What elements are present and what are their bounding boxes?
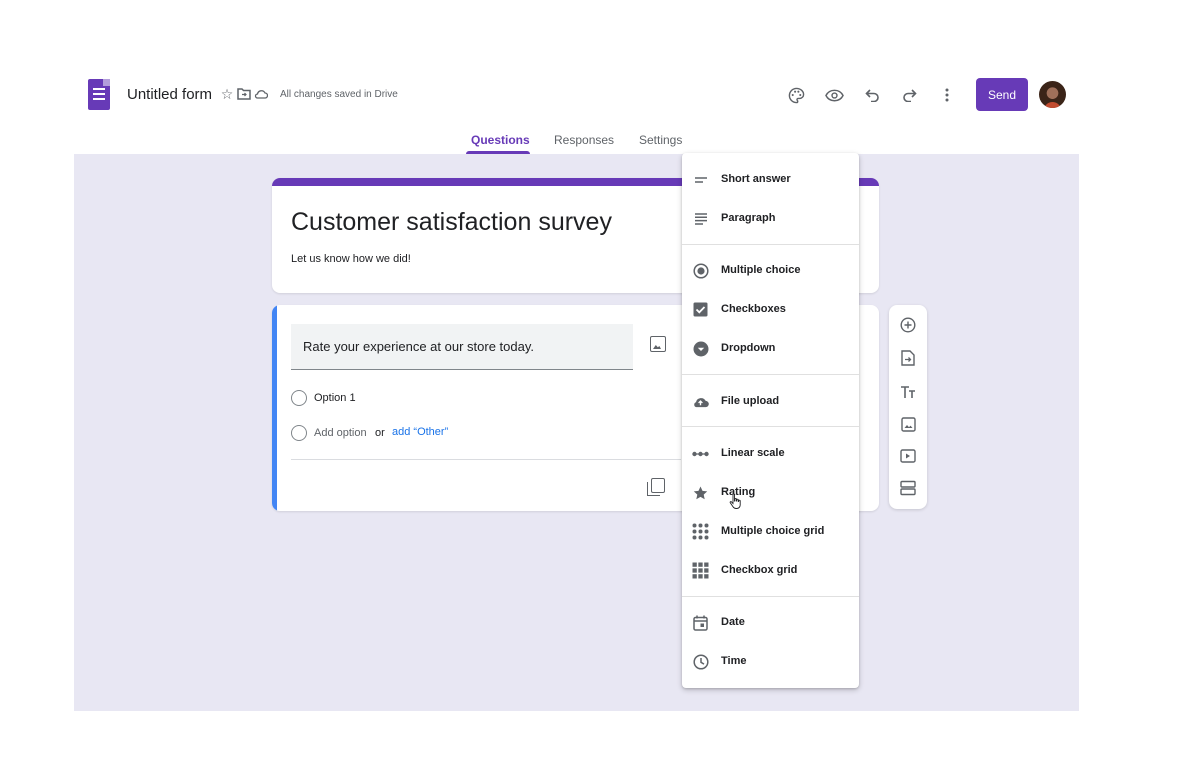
avatar[interactable] [1039, 81, 1066, 108]
calendar-icon [692, 614, 709, 631]
menu-item-label: Paragraph [721, 212, 776, 224]
add-question-icon[interactable] [900, 317, 916, 333]
paragraph-icon [692, 210, 709, 227]
menu-item-date[interactable]: Date [682, 604, 859, 640]
add-option-link[interactable]: Add option [314, 427, 367, 439]
star-icon [692, 484, 709, 501]
duplicate-icon[interactable] [647, 478, 665, 496]
menu-item-label: Multiple choice [721, 264, 801, 276]
tab-settings[interactable]: Settings [639, 133, 682, 147]
grid-squares-icon [692, 562, 709, 579]
clock-icon [692, 653, 709, 670]
short-answer-icon [692, 171, 709, 188]
question-footer-divider [291, 459, 681, 460]
menu-item-label: File upload [721, 395, 780, 407]
add-video-icon[interactable] [900, 448, 916, 464]
add-section-icon[interactable] [900, 480, 916, 496]
radio-icon [692, 262, 709, 279]
menu-divider [682, 426, 859, 427]
menu-item-file-upload[interactable]: File upload [682, 383, 859, 419]
menu-item-linear-scale[interactable]: Linear scale [682, 435, 859, 471]
linear-scale-icon [692, 445, 709, 462]
forms-logo-icon[interactable] [88, 79, 110, 110]
form-title[interactable]: Untitled form [127, 86, 212, 103]
checkbox-icon [692, 301, 709, 318]
menu-item-time[interactable]: Time [682, 643, 859, 679]
more-vert-icon[interactable] [936, 84, 958, 106]
add-title-icon[interactable] [900, 384, 916, 400]
menu-item-checkboxes[interactable]: Checkboxes [682, 291, 859, 327]
menu-item-paragraph[interactable]: Paragraph [682, 200, 859, 236]
question-text-input[interactable]: Rate your experience at our store today. [291, 324, 633, 370]
save-status: All changes saved in Drive [280, 89, 398, 100]
radio-icon [291, 425, 307, 441]
tab-questions[interactable]: Questions [471, 133, 530, 147]
menu-item-label: Time [721, 655, 747, 667]
star-icon[interactable]: ☆ [219, 86, 235, 102]
undo-icon[interactable] [861, 84, 883, 106]
menu-item-label: Multiple choice grid [721, 525, 825, 537]
menu-divider [682, 374, 859, 375]
menu-item-rating[interactable]: Rating [682, 474, 859, 510]
add-image-icon[interactable] [650, 336, 666, 352]
cloud-upload-icon [692, 393, 709, 410]
add-other-link[interactable]: add “Other” [392, 426, 448, 438]
radio-icon [291, 390, 307, 406]
menu-item-dropdown[interactable]: Dropdown [682, 330, 859, 366]
redo-icon[interactable] [898, 84, 920, 106]
menu-item-short-answer[interactable]: Short answer [682, 161, 859, 197]
tab-responses[interactable]: Responses [554, 133, 614, 147]
menu-item-label: Checkbox grid [721, 564, 798, 576]
survey-title[interactable]: Customer satisfaction survey [291, 208, 612, 237]
menu-item-multiple-choice-grid[interactable]: Multiple choice grid [682, 513, 859, 549]
menu-item-label: Date [721, 616, 745, 628]
side-toolbar [889, 305, 927, 509]
active-question-indicator [272, 305, 277, 511]
question-type-menu: Short answer Paragraph Multiple choice C… [682, 153, 859, 688]
grid-dots-icon [692, 523, 709, 540]
option-1-label[interactable]: Option 1 [314, 392, 356, 404]
or-text: or [375, 427, 385, 439]
palette-icon[interactable] [785, 84, 807, 106]
menu-divider [682, 244, 859, 245]
import-questions-icon[interactable] [900, 350, 916, 366]
add-image-icon[interactable] [900, 416, 916, 432]
menu-item-label: Linear scale [721, 447, 785, 459]
menu-item-label: Dropdown [721, 342, 776, 354]
menu-item-multiple-choice[interactable]: Multiple choice [682, 252, 859, 288]
move-to-folder-icon[interactable] [236, 86, 252, 102]
cloud-icon [253, 86, 269, 102]
send-button[interactable]: Send [976, 78, 1028, 111]
menu-divider [682, 596, 859, 597]
hand-cursor-icon [729, 493, 741, 509]
dropdown-icon [692, 340, 709, 357]
menu-item-checkbox-grid[interactable]: Checkbox grid [682, 552, 859, 588]
menu-item-label: Checkboxes [721, 303, 786, 315]
survey-description[interactable]: Let us know how we did! [291, 253, 411, 265]
menu-item-label: Short answer [721, 173, 791, 185]
preview-eye-icon[interactable] [823, 84, 845, 106]
